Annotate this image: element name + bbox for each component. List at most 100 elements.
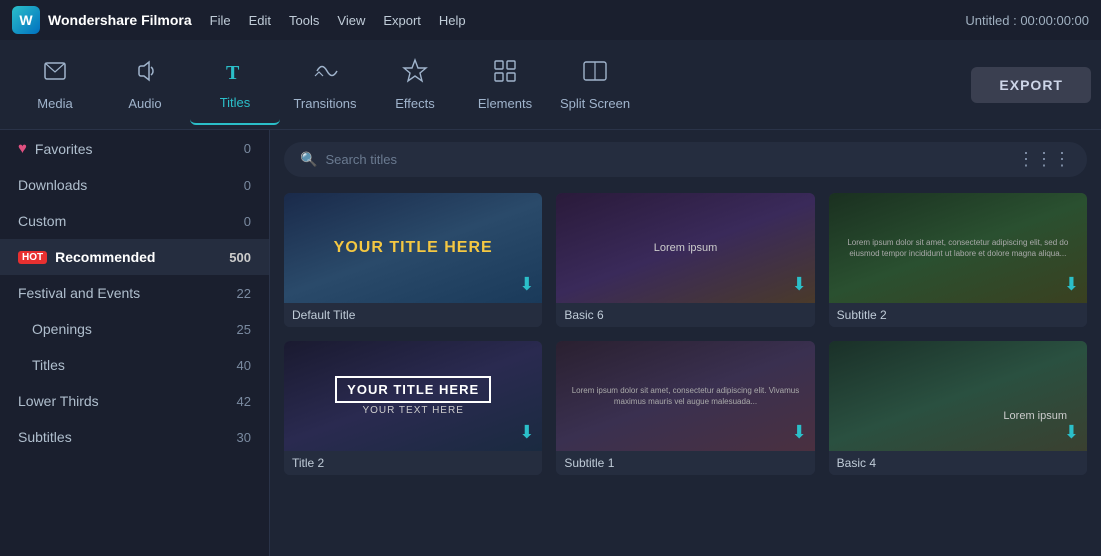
card-subtitle-1-thumb: Lorem ipsum dolor sit amet, consectetur … <box>556 341 814 451</box>
card-default-title-text: YOUR TITLE HERE <box>334 239 493 257</box>
card-title-2[interactable]: YOUR TITLE HERE YOUR TEXT HERE ⬇ Title 2 <box>284 341 542 475</box>
sidebar: ♥ Favorites 0 Downloads 0 Custom 0 HOT R… <box>0 130 270 556</box>
toolbar-transitions-label: Transitions <box>293 96 356 111</box>
sidebar-item-openings-count: 25 <box>237 322 251 337</box>
menu-help[interactable]: Help <box>439 13 466 28</box>
card-title-2-label: Title 2 <box>284 451 542 475</box>
card-default-title-thumb: YOUR TITLE HERE ⬇ <box>284 193 542 303</box>
card-basic-6-label: Basic 6 <box>556 303 814 327</box>
toolbar-media[interactable]: Media <box>10 45 100 125</box>
card-subtitle-1-label: Subtitle 1 <box>556 451 814 475</box>
card-basic-6-text: Lorem ipsum <box>646 241 726 255</box>
sidebar-item-titles[interactable]: Titles 40 <box>0 347 269 383</box>
audio-icon <box>132 58 158 90</box>
toolbar-split-screen[interactable]: Split Screen <box>550 45 640 125</box>
toolbar-effects-label: Effects <box>395 96 435 111</box>
card-subtitle-2[interactable]: Lorem ipsum dolor sit amet, consectetur … <box>829 193 1087 327</box>
sidebar-item-downloads-label: Downloads <box>18 177 87 193</box>
toolbar-titles[interactable]: T Titles <box>190 45 280 125</box>
card-default-title[interactable]: YOUR TITLE HERE ⬇ Default Title <box>284 193 542 327</box>
logo-icon: W <box>12 6 40 34</box>
sidebar-item-custom[interactable]: Custom 0 <box>0 203 269 239</box>
menu-tools[interactable]: Tools <box>289 13 319 28</box>
card-basic-6-thumb: Lorem ipsum ⬇ <box>556 193 814 303</box>
download-icon: ⬇ <box>519 422 534 443</box>
media-icon <box>42 58 68 90</box>
main-layout: ♥ Favorites 0 Downloads 0 Custom 0 HOT R… <box>0 130 1101 556</box>
titles-grid: YOUR TITLE HERE ⬇ Default Title Lorem ip… <box>270 185 1101 489</box>
heart-icon: ♥ <box>18 140 27 157</box>
titles-icon: T <box>222 57 248 89</box>
sidebar-item-titles-label: Titles <box>18 357 65 373</box>
sidebar-item-titles-count: 40 <box>237 358 251 373</box>
card-subtitle-2-label: Subtitle 2 <box>829 303 1087 327</box>
card-subtitle-2-text: Lorem ipsum dolor sit amet, consectetur … <box>839 237 1077 259</box>
card-subtitle-2-thumb: Lorem ipsum dolor sit amet, consectetur … <box>829 193 1087 303</box>
menu-export[interactable]: Export <box>383 13 421 28</box>
menu-file[interactable]: File <box>210 13 231 28</box>
search-icon: 🔍 <box>300 151 317 168</box>
card-title-2-thumb: YOUR TITLE HERE YOUR TEXT HERE ⬇ <box>284 341 542 451</box>
app-name: Wondershare Filmora <box>48 12 192 28</box>
sidebar-item-recommended-label: Recommended <box>55 249 155 265</box>
toolbar-media-label: Media <box>37 96 72 111</box>
toolbar-transitions[interactable]: Transitions <box>280 45 370 125</box>
title-bar-info: Untitled : 00:00:00:00 <box>965 13 1089 28</box>
download-icon: ⬇ <box>519 274 534 295</box>
menu-edit[interactable]: Edit <box>249 13 271 28</box>
sidebar-item-subtitles-count: 30 <box>237 430 251 445</box>
sidebar-item-festival-events[interactable]: Festival and Events 22 <box>0 275 269 311</box>
sidebar-item-subtitles-label: Subtitles <box>18 429 72 445</box>
sidebar-item-lower-thirds-label: Lower Thirds <box>18 393 99 409</box>
card-basic-4-text: Lorem ipsum <box>995 409 1075 423</box>
search-bar: 🔍 ⋮⋮⋮ <box>284 142 1087 177</box>
download-icon: ⬇ <box>792 422 807 443</box>
download-icon: ⬇ <box>1064 274 1079 295</box>
sidebar-item-downloads[interactable]: Downloads 0 <box>0 167 269 203</box>
sidebar-item-recommended-count: 500 <box>229 250 251 265</box>
split-screen-icon <box>582 58 608 90</box>
toolbar-audio-label: Audio <box>128 96 161 111</box>
toolbar-effects[interactable]: Effects <box>370 45 460 125</box>
download-icon: ⬇ <box>1064 422 1079 443</box>
toolbar-audio[interactable]: Audio <box>100 45 190 125</box>
sidebar-item-favorites-label: Favorites <box>35 141 93 157</box>
card-title-2-text: YOUR TITLE HERE <box>335 376 491 403</box>
card-basic-4-thumb: Lorem ipsum ⬇ <box>829 341 1087 451</box>
sidebar-item-downloads-count: 0 <box>244 178 251 193</box>
sidebar-item-favorites[interactable]: ♥ Favorites 0 <box>0 130 269 167</box>
content-area: 🔍 ⋮⋮⋮ YOUR TITLE HERE ⬇ Default Title <box>270 130 1101 556</box>
sidebar-item-lower-thirds[interactable]: Lower Thirds 42 <box>0 383 269 419</box>
search-input[interactable] <box>325 152 1009 167</box>
menu-items: File Edit Tools View Export Help <box>210 13 466 28</box>
sidebar-item-openings-label: Openings <box>18 321 92 337</box>
toolbar-elements-label: Elements <box>478 96 532 111</box>
card-basic-4-label: Basic 4 <box>829 451 1087 475</box>
sidebar-item-custom-count: 0 <box>244 214 251 229</box>
toolbar-split-screen-label: Split Screen <box>560 96 630 111</box>
card-basic-4[interactable]: Lorem ipsum ⬇ Basic 4 <box>829 341 1087 475</box>
sidebar-item-favorites-count: 0 <box>244 141 251 156</box>
app-logo: W Wondershare Filmora <box>12 6 192 34</box>
download-icon: ⬇ <box>792 274 807 295</box>
card-title-2-subtext: YOUR TEXT HERE <box>335 405 491 416</box>
card-default-title-label: Default Title <box>284 303 542 327</box>
menu-bar: W Wondershare Filmora File Edit Tools Vi… <box>0 0 1101 40</box>
svg-text:T: T <box>226 62 240 83</box>
card-subtitle-1[interactable]: Lorem ipsum dolor sit amet, consectetur … <box>556 341 814 475</box>
menu-view[interactable]: View <box>337 13 365 28</box>
toolbar-elements[interactable]: Elements <box>460 45 550 125</box>
card-subtitle-1-text: Lorem ipsum dolor sit amet, consectetur … <box>564 385 806 407</box>
grid-toggle-icon[interactable]: ⋮⋮⋮ <box>1017 149 1071 170</box>
sidebar-item-festival-events-label: Festival and Events <box>18 285 140 301</box>
sidebar-item-subtitles[interactable]: Subtitles 30 <box>0 419 269 455</box>
toolbar: Media Audio T Titles Transitions Effects… <box>0 40 1101 130</box>
sidebar-item-openings[interactable]: Openings 25 <box>0 311 269 347</box>
card-basic-6[interactable]: Lorem ipsum ⬇ Basic 6 <box>556 193 814 327</box>
sidebar-item-festival-events-count: 22 <box>237 286 251 301</box>
sidebar-item-recommended[interactable]: HOT Recommended 500 <box>0 239 269 275</box>
toolbar-titles-label: Titles <box>220 95 251 110</box>
effects-icon <box>402 58 428 90</box>
export-button[interactable]: EXPORT <box>971 67 1091 103</box>
sidebar-item-custom-label: Custom <box>18 213 66 229</box>
